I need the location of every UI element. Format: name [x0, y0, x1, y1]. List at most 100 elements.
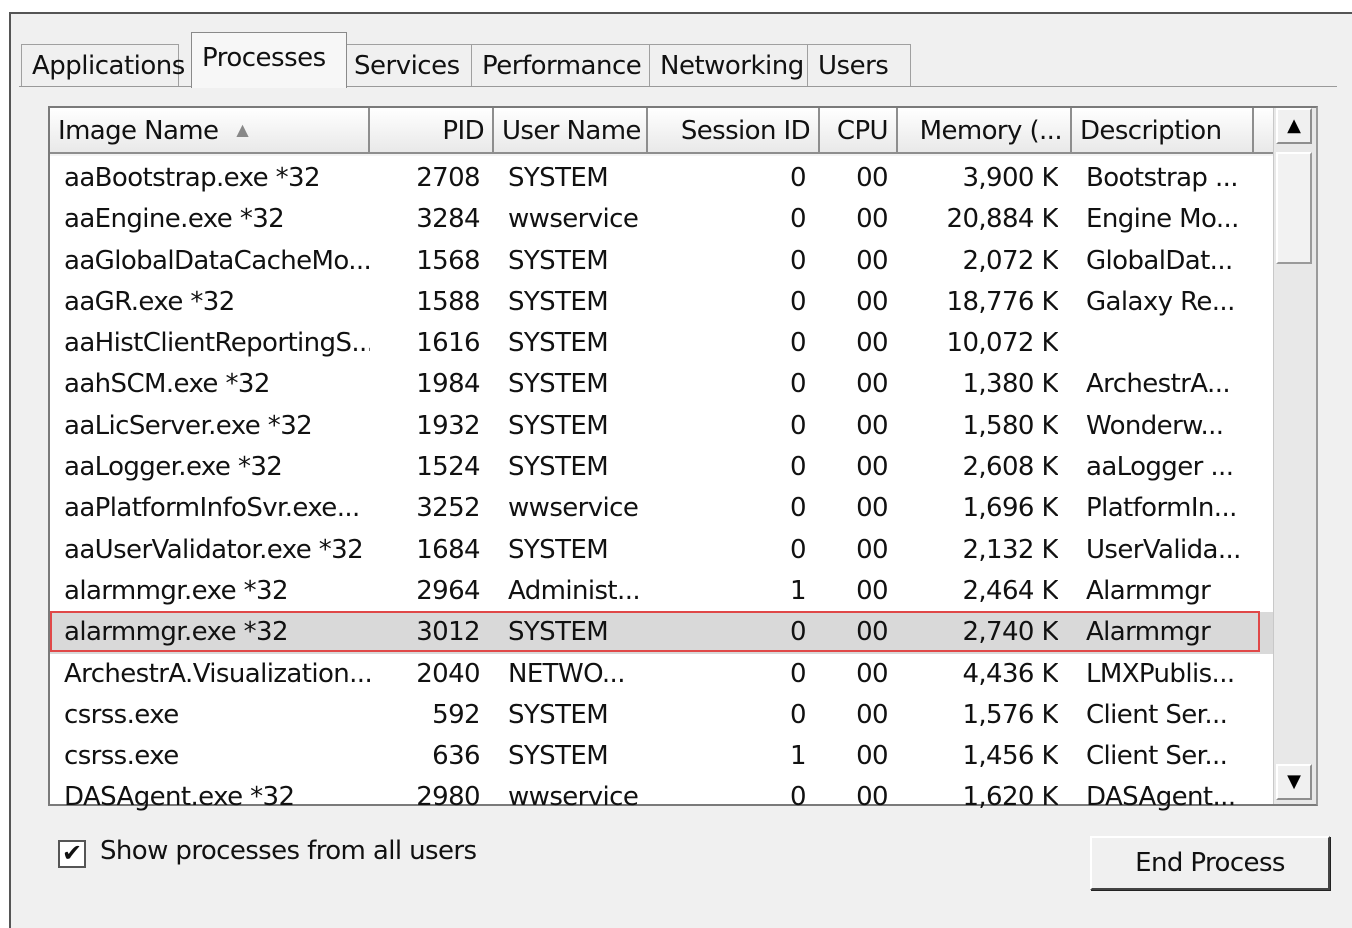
- table-cell: 1984: [416, 369, 480, 400]
- table-cell: alarmmgr.exe *32: [64, 617, 289, 648]
- table-cell: ArchestrA.Visualization...: [64, 658, 370, 689]
- table-row[interactable]: DASAgent.exe *32 2980 wwservice 0 00 1,620 KD…: [50, 777, 1276, 818]
- table-cell: 00: [856, 493, 888, 524]
- table-row[interactable]: alarmmgr.exe *32 3012 SYSTEM 0 00 2,740 K Alar…: [50, 611, 1276, 654]
- table-cell: 592: [432, 699, 480, 730]
- column-header-2[interactable]: User Name: [494, 108, 648, 154]
- table-cell: 0: [790, 286, 806, 317]
- table-cell: 0: [790, 245, 806, 276]
- table-cell: 00: [856, 617, 888, 648]
- table-row[interactable]: aaGR.exe *32 1588 SYSTEM 0 00 18,776 K Galaxy …: [50, 282, 1276, 323]
- column-header-label: Memory (...: [919, 116, 1063, 146]
- table-cell: 2980: [416, 782, 480, 813]
- tab-processes[interactable]: Processes: [191, 32, 347, 88]
- table-cell: csrss.exe: [64, 699, 179, 730]
- table-cell: 0: [790, 534, 806, 565]
- table-cell: Client Ser...: [1086, 699, 1228, 730]
- process-list[interactable]: Image Name ▲ PID User Name Session ID CPU Memo…: [48, 106, 1318, 812]
- table-row[interactable]: aaEngine.exe *32 3284 wwservice 0 00 20,884 K…: [50, 199, 1276, 240]
- table-row[interactable]: aaHistClientReportingS... 1616 SYSTEM 0 00 10…: [50, 323, 1276, 364]
- table-row[interactable]: aaUserValidator.exe *32 1684 SYSTEM 0 00 2,13…: [50, 530, 1276, 571]
- table-cell: SYSTEM: [508, 410, 609, 441]
- column-header-label: PID: [442, 116, 484, 146]
- table-cell: 2,072 K: [962, 245, 1058, 276]
- column-header-5[interactable]: Memory (...: [898, 108, 1072, 154]
- table-cell: 3284: [416, 204, 480, 235]
- table-cell: 1,580 K: [962, 410, 1058, 441]
- table-cell: Alarmmgr: [1086, 617, 1211, 648]
- table-cell: Bootstrap ...: [1086, 163, 1239, 193]
- table-cell: aaHistClientReportingS...: [64, 328, 370, 359]
- scroll-down-arrow-icon[interactable]: ▼: [1276, 764, 1312, 800]
- table-cell: 00: [856, 575, 888, 606]
- column-header-1[interactable]: PID: [370, 108, 494, 154]
- table-cell: 00: [856, 163, 888, 193]
- table-cell: alarmmgr.exe *32: [64, 575, 289, 606]
- table-cell: aaGR.exe *32: [64, 286, 235, 317]
- table-cell: [1086, 323, 1254, 364]
- table-cell: 00: [856, 286, 888, 317]
- table-cell: 0: [790, 163, 806, 193]
- table-row[interactable]: aaPlatformInfoSvr.exe... 3252 wwservice 0 00…: [50, 488, 1276, 529]
- column-header-4[interactable]: CPU: [820, 108, 898, 154]
- table-cell: Administ...: [508, 575, 641, 606]
- table-cell: Galaxy Re...: [1086, 286, 1235, 317]
- table-cell: SYSTEM: [508, 534, 609, 565]
- table-cell: 2,740 K: [962, 617, 1058, 648]
- table-cell: 00: [856, 452, 888, 483]
- tab-networking[interactable]: Networking: [649, 44, 809, 86]
- show-all-processes-checkbox[interactable]: ✔: [58, 840, 86, 868]
- vertical-scrollbar[interactable]: ▲ ▼: [1273, 108, 1316, 804]
- column-header-3[interactable]: Session ID: [648, 108, 820, 154]
- table-cell: 00: [856, 204, 888, 235]
- column-header-6[interactable]: Description: [1072, 108, 1254, 154]
- table-cell: 1,456 K: [962, 741, 1058, 772]
- table-cell: 10,072 K: [946, 328, 1059, 359]
- table-cell: 0: [790, 617, 806, 648]
- table-row[interactable]: aahSCM.exe *32 1984 SYSTEM 0 00 1,380 K Arches…: [50, 364, 1276, 405]
- table-cell: UserValida...: [1086, 534, 1241, 565]
- table-row[interactable]: aaLogger.exe *32 1524 SYSTEM 0 00 2,608 KaaLo…: [50, 447, 1276, 488]
- table-row[interactable]: alarmmgr.exe *32 2964 Administ... 1 00 2,464 …: [50, 571, 1276, 612]
- table-cell: 00: [856, 782, 888, 813]
- show-all-processes-label[interactable]: Show processes from all users: [100, 836, 477, 866]
- table-cell: 18,776 K: [946, 286, 1059, 317]
- scrollbar-thumb[interactable]: [1276, 152, 1312, 264]
- table-cell: SYSTEM: [508, 328, 609, 359]
- table-cell: 00: [856, 369, 888, 400]
- table-cell: 0: [790, 452, 806, 483]
- table-cell: 636: [432, 741, 480, 772]
- tab-applications[interactable]: Applications: [21, 44, 185, 86]
- table-cell: 1,620 K: [962, 782, 1058, 813]
- table-cell: 0: [790, 699, 806, 730]
- table-cell: 0: [790, 658, 806, 689]
- table-cell: 00: [856, 741, 888, 772]
- table-cell: 2,608 K: [962, 452, 1058, 483]
- table-cell: 00: [856, 328, 888, 359]
- table-cell: ArchestrA...: [1086, 369, 1231, 400]
- table-cell: DASAgent.exe *32: [64, 782, 295, 813]
- table-cell: GlobalDat...: [1086, 245, 1233, 276]
- table-row[interactable]: csrss.exe 636 SYSTEM 1 00 1,456 K Client Ser..…: [50, 736, 1276, 777]
- table-cell: 3,900 K: [962, 163, 1058, 193]
- table-row[interactable]: aaLicServer.exe *32 1932 SYSTEM 0 00 1,580 KW…: [50, 406, 1276, 447]
- tab-services[interactable]: Services: [343, 44, 473, 86]
- end-process-button[interactable]: End Process: [1090, 836, 1330, 890]
- column-header-label: Description: [1080, 116, 1222, 146]
- table-cell: 00: [856, 699, 888, 730]
- tab-users[interactable]: Users: [807, 44, 911, 86]
- table-row[interactable]: ArchestrA.Visualization... 2040 NETWO... 0 0…: [50, 654, 1276, 695]
- table-cell: 2,132 K: [962, 534, 1058, 565]
- table-cell: 1684: [416, 534, 480, 565]
- table-cell: 0: [790, 410, 806, 441]
- scroll-up-arrow-icon[interactable]: ▲: [1276, 108, 1312, 144]
- column-header-0[interactable]: Image Name ▲: [50, 108, 370, 154]
- table-row[interactable]: aaBootstrap.exe *32 2708 SYSTEM 0 00 3,900 KB…: [50, 158, 1276, 199]
- tab-performance[interactable]: Performance: [471, 44, 651, 86]
- table-cell: wwservice: [508, 782, 639, 813]
- table-cell: 20,884 K: [946, 204, 1059, 235]
- table-cell: aaLicServer.exe *32: [64, 410, 313, 441]
- tab-strip: Applications Processes Services Performance…: [21, 32, 1221, 88]
- table-row[interactable]: aaGlobalDataCacheMo... 1568 SYSTEM 0 00 2,072…: [50, 241, 1276, 282]
- table-row[interactable]: csrss.exe 592 SYSTEM 0 00 1,576 K Client Ser..…: [50, 695, 1276, 736]
